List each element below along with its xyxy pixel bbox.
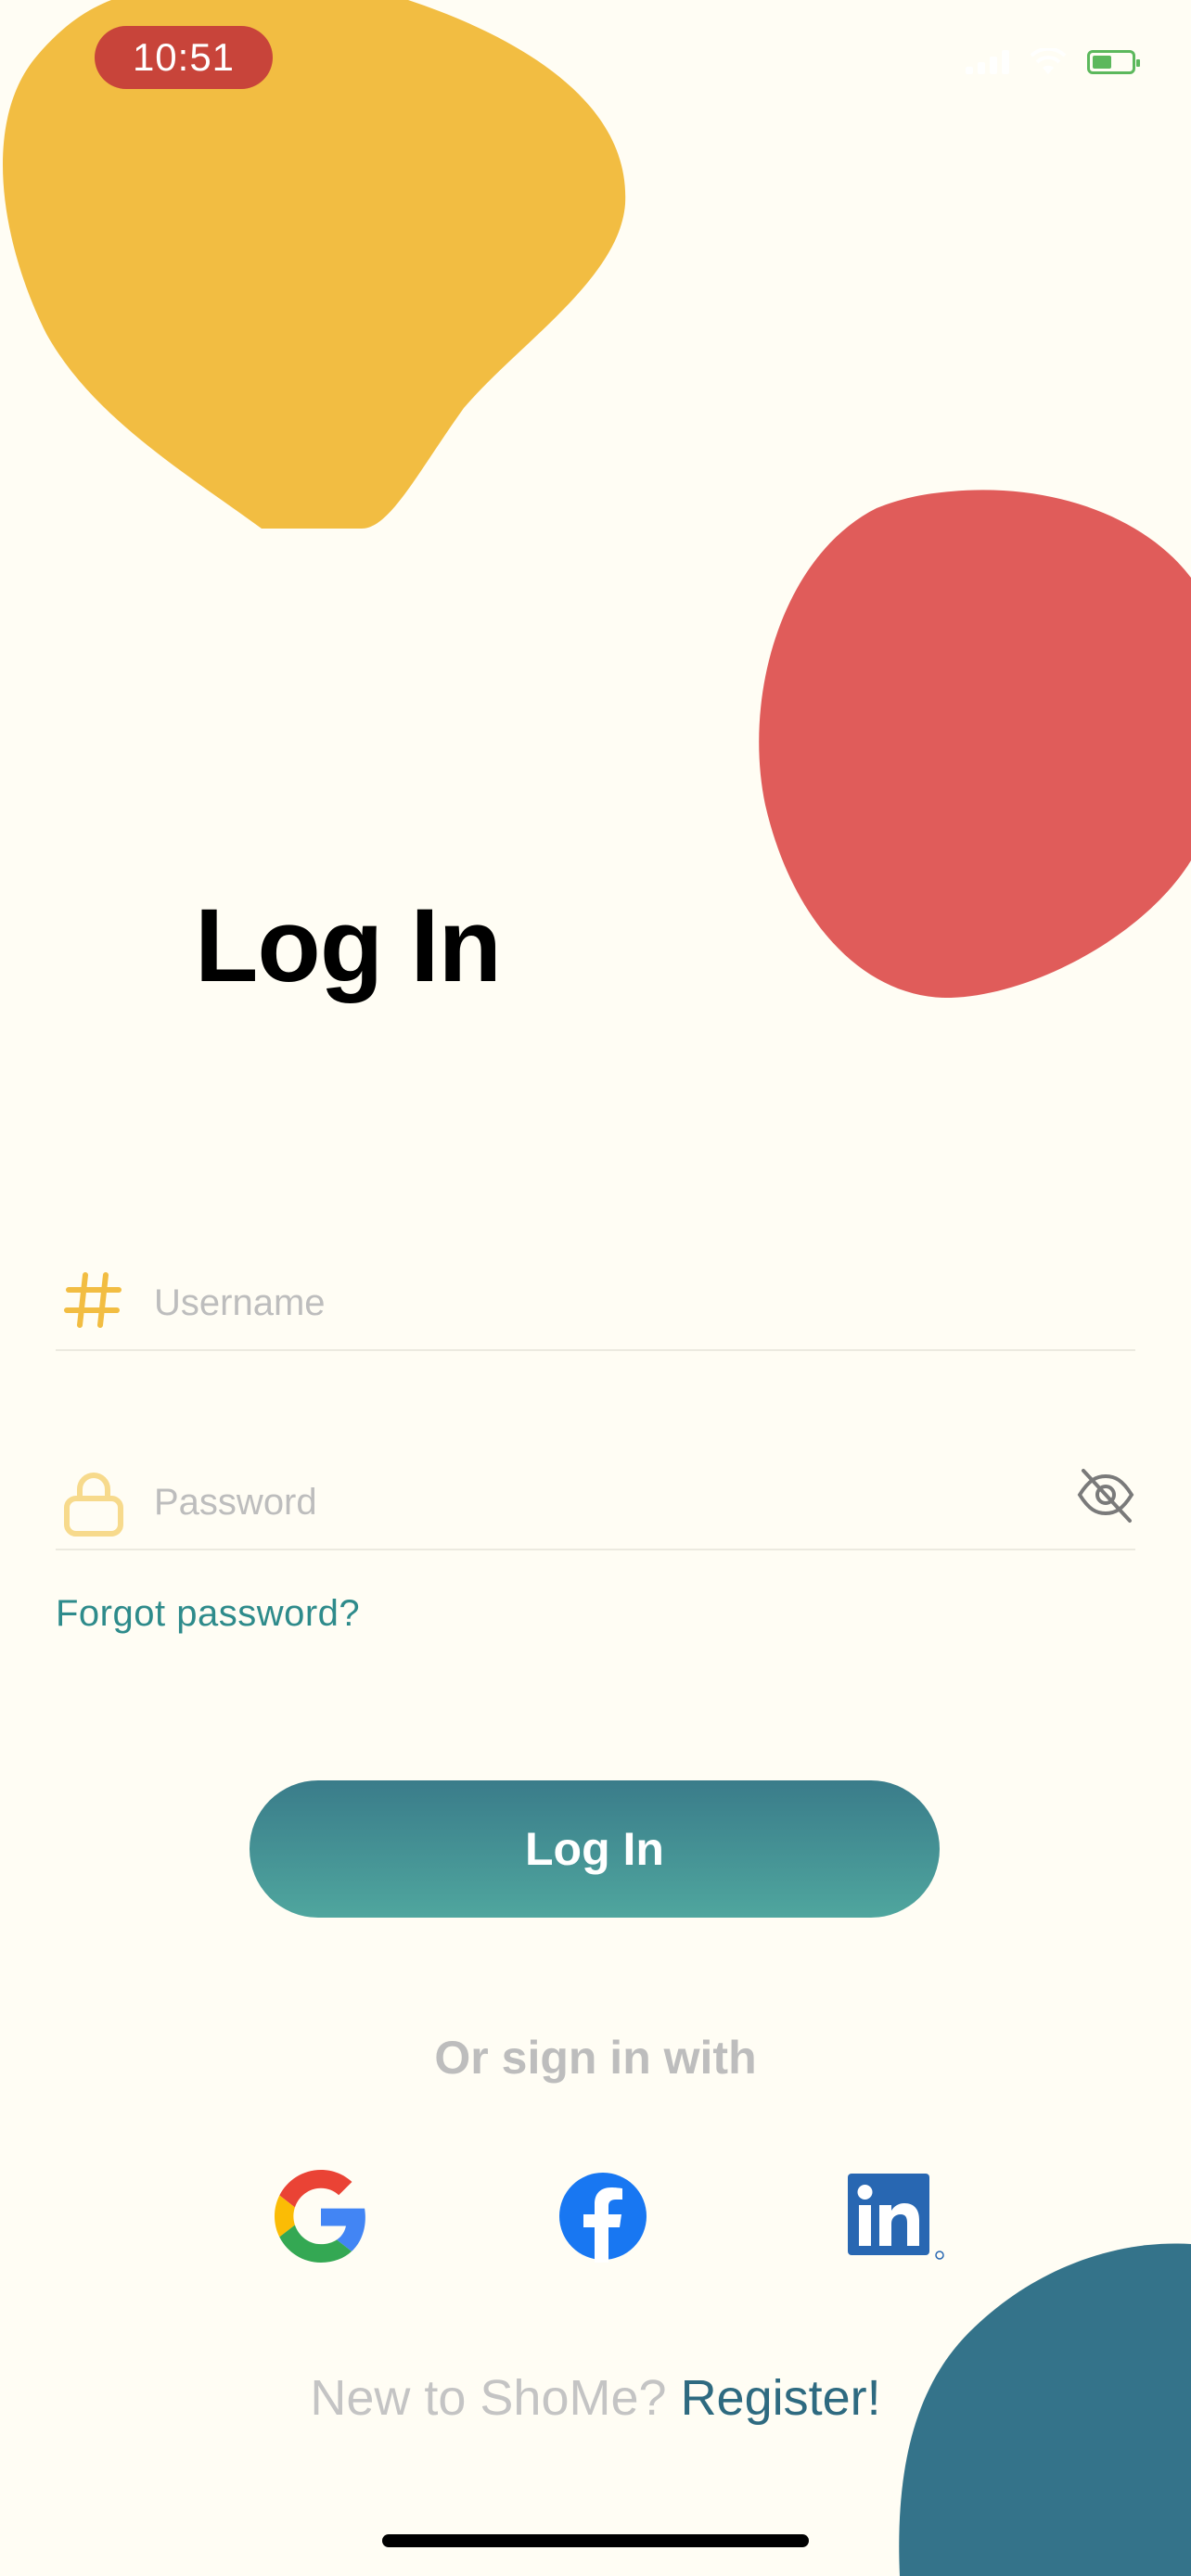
username-input[interactable]: [154, 1275, 989, 1331]
eye-slash-icon[interactable]: [1076, 1465, 1135, 1524]
lock-icon: [64, 1473, 123, 1537]
or-sign-in-label: Or sign in with: [434, 2032, 757, 2084]
status-icons: [966, 48, 1140, 76]
wifi-icon: [1030, 48, 1067, 74]
username-field: [56, 1266, 1135, 1351]
facebook-signin-button[interactable]: [557, 2170, 649, 2263]
status-time: 10:51: [95, 26, 273, 89]
password-field: [56, 1465, 1135, 1550]
password-input[interactable]: [154, 1474, 989, 1530]
google-signin-button[interactable]: [275, 2170, 367, 2263]
register-prefix: New to ShoMe?: [310, 2370, 667, 2426]
forgot-password-link[interactable]: Forgot password?: [56, 1593, 360, 1635]
google-icon: [275, 2170, 365, 2263]
home-indicator[interactable]: [382, 2534, 809, 2547]
login-button[interactable]: Log In: [250, 1780, 940, 1918]
yellow-blob: [0, 0, 640, 538]
signal-icon: [966, 50, 1009, 74]
linkedin-signin-button[interactable]: [844, 2170, 944, 2263]
register-prompt: New to ShoMe? Register!: [0, 2369, 1191, 2427]
register-link[interactable]: Register!: [681, 2370, 881, 2426]
battery-icon: [1087, 50, 1140, 74]
linkedin-icon: [848, 2174, 944, 2260]
page-title: Log In: [195, 887, 502, 1003]
login-screen: 10:51 Log In Username Forgot password? L…: [0, 0, 1191, 2576]
red-blob: [756, 490, 1191, 1000]
hash-icon: [64, 1272, 122, 1328]
facebook-icon: [559, 2173, 647, 2263]
